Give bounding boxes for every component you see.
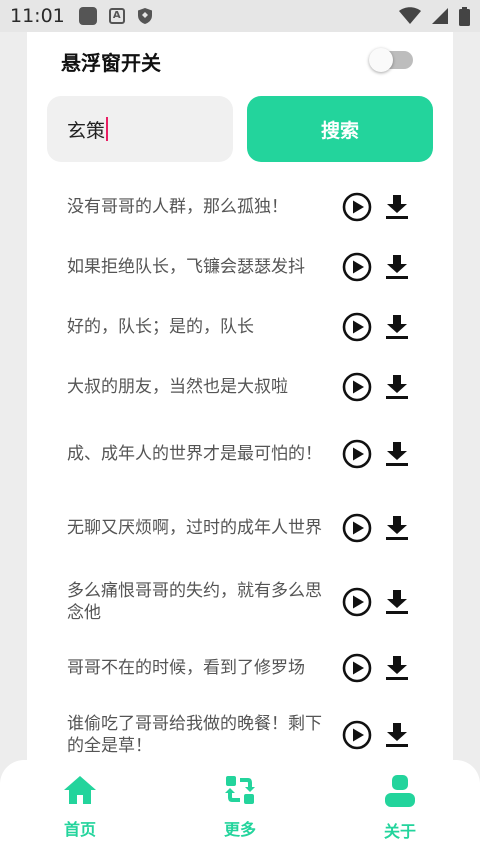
wifi-icon (399, 7, 421, 24)
status-time: 11:01 (10, 5, 65, 27)
play-icon[interactable] (342, 192, 372, 222)
floating-window-label: 悬浮窗开关 (61, 50, 161, 75)
download-icon[interactable] (384, 514, 410, 542)
play-icon[interactable] (342, 439, 372, 469)
toggle-knob (369, 48, 393, 72)
search-button[interactable]: 搜索 (247, 96, 433, 162)
download-icon[interactable] (384, 721, 410, 749)
list-item-text: 如果拒绝队长，飞镰会瑟瑟发抖 (67, 257, 305, 277)
nav-label: 更多 (223, 820, 256, 839)
battery-icon (459, 6, 470, 26)
voice-list: 没有哥哥的人群，那么孤独！ 如果拒绝队长，飞镰会瑟瑟发抖 好的，队长；是的，队长… (27, 177, 453, 773)
download-icon[interactable] (384, 654, 410, 682)
list-item: 哥哥不在的时候，看到了修罗场 (27, 639, 453, 697)
play-icon[interactable] (342, 653, 372, 683)
download-icon[interactable] (384, 588, 410, 616)
nav-item-more[interactable]: 更多 (200, 774, 280, 840)
home-icon (64, 776, 96, 804)
play-icon[interactable] (342, 587, 372, 617)
download-icon[interactable] (384, 253, 410, 281)
nav-item-home[interactable]: 首页 (40, 774, 120, 840)
nav-label: 首页 (63, 820, 96, 839)
user-icon (385, 775, 415, 807)
app-square-icon (78, 7, 97, 25)
a-box-icon: A (108, 8, 125, 24)
nav-label: 关于 (383, 822, 416, 841)
list-item-text: 多么痛恨哥哥的失约，就有多么思念他 (67, 581, 322, 623)
download-icon[interactable] (384, 313, 410, 341)
floating-window-toggle[interactable] (369, 48, 413, 72)
main-card: 悬浮窗开关 玄策 搜索 没有哥哥的人群，那么孤独！ 如果拒绝队长，飞镰会瑟瑟发抖… (27, 32, 453, 792)
list-item-text: 谁偷吃了哥哥给我做的晚餐！剩下的全是草！ (67, 714, 322, 756)
list-item-text: 成、成年人的世界才是最可怕的！ (67, 444, 322, 464)
download-icon[interactable] (384, 440, 410, 468)
status-bar: 11:01 A (0, 0, 480, 32)
play-icon[interactable] (342, 372, 372, 402)
nav-item-about[interactable]: 关于 (360, 774, 440, 842)
text-caret (106, 117, 109, 141)
list-item: 无聊又厌烦啊，过时的成年人世界 (27, 491, 453, 565)
list-item: 大叔的朋友，当然也是大叔啦 (27, 357, 453, 417)
list-item: 多么痛恨哥哥的失约，就有多么思念他 (27, 565, 453, 639)
search-input[interactable]: 玄策 (47, 96, 233, 162)
list-item: 好的，队长；是的，队长 (27, 297, 453, 357)
play-icon[interactable] (342, 312, 372, 342)
download-icon[interactable] (384, 373, 410, 401)
download-icon[interactable] (384, 193, 410, 221)
play-icon[interactable] (342, 513, 372, 543)
list-item-text: 无聊又厌烦啊，过时的成年人世界 (67, 518, 322, 538)
play-icon[interactable] (342, 252, 372, 282)
list-item-text: 好的，队长；是的，队长 (67, 317, 254, 337)
list-item-text: 哥哥不在的时候，看到了修罗场 (67, 658, 305, 678)
refresh-icon (225, 776, 255, 804)
list-item-text: 没有哥哥的人群，那么孤独！ (67, 197, 288, 217)
list-item: 成、成年人的世界才是最可怕的！ (27, 417, 453, 491)
floating-window-row: 悬浮窗开关 (61, 46, 413, 76)
shield-icon (137, 8, 152, 24)
list-item-text: 大叔的朋友，当然也是大叔啦 (67, 377, 288, 397)
search-input-value: 玄策 (67, 119, 106, 142)
list-item: 如果拒绝队长，飞镰会瑟瑟发抖 (27, 237, 453, 297)
signal-icon (432, 8, 448, 24)
bottom-nav: 首页 更多 关于 (0, 760, 480, 854)
play-icon[interactable] (342, 720, 372, 750)
list-item: 没有哥哥的人群，那么孤独！ (27, 177, 453, 237)
